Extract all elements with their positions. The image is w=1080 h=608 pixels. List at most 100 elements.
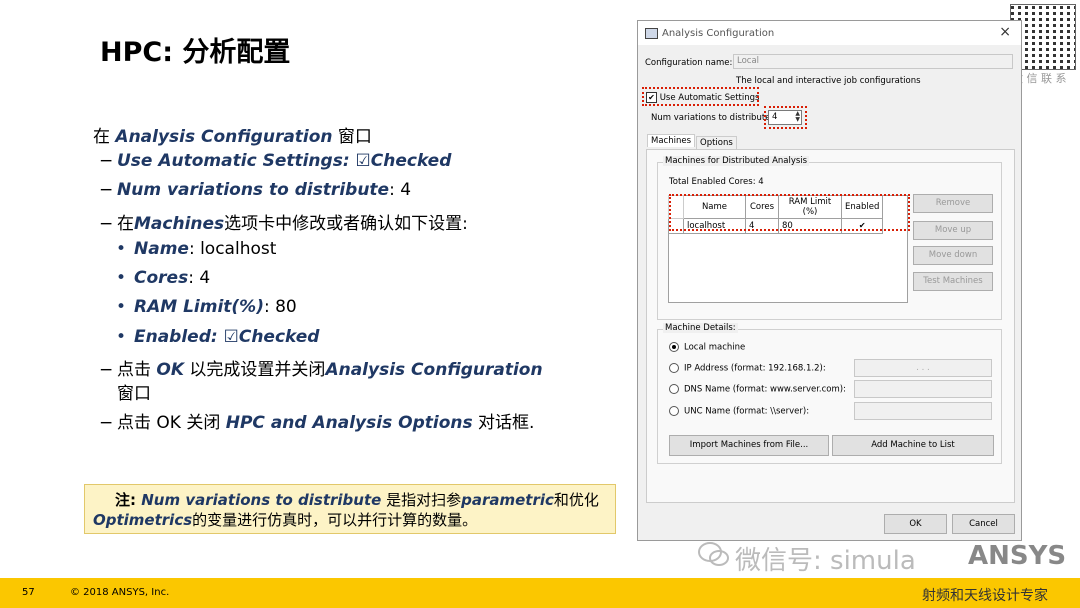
bullet-num-variations: − Num variations to distribute: 4 bbox=[99, 180, 411, 200]
bullet-keyword: Name bbox=[134, 239, 189, 259]
dialog-title: Analysis Configuration bbox=[662, 28, 775, 39]
note-line2: Optimetrics的变量进行仿真时，可以并行计算的数量。 bbox=[93, 510, 607, 530]
ok-button[interactable]: OK bbox=[884, 514, 947, 534]
bullet-analysis-config: 在 Analysis Configuration 窗口 bbox=[93, 122, 372, 147]
machine-details-title: Machine Details: bbox=[663, 323, 738, 333]
unc-name-field[interactable] bbox=[854, 402, 992, 420]
move-down-button[interactable]: Move down bbox=[913, 246, 993, 265]
add-machine-button[interactable]: Add Machine to List bbox=[832, 435, 994, 456]
copyright: © 2018 ANSYS, Inc. bbox=[70, 587, 170, 598]
bullet-text: : 80 bbox=[263, 297, 297, 317]
bullet-text: 在 bbox=[93, 127, 116, 147]
note-text: 的变量进行仿真时，可以并行计算的数量。 bbox=[192, 511, 478, 529]
bullet-dot: • bbox=[116, 327, 127, 347]
sub-bullet-ram: • RAM Limit(%): 80 bbox=[116, 297, 297, 317]
sub-bullet-cores: • Cores: 4 bbox=[116, 268, 210, 288]
bullet-click-ok-line2: 窗口 bbox=[117, 384, 151, 404]
radio-button[interactable] bbox=[669, 406, 679, 416]
dash-marker: − bbox=[99, 180, 114, 200]
slide-footer: 57 © 2018 ANSYS, Inc. bbox=[0, 578, 1080, 608]
bullet-text: 对话框. bbox=[472, 413, 535, 433]
radio-button[interactable] bbox=[669, 384, 679, 394]
radio-ip-address[interactable]: IP Address (format: 192.168.1.2): bbox=[669, 363, 826, 374]
cancel-button[interactable]: Cancel bbox=[952, 514, 1015, 534]
note-keyword: Num variations to distribute bbox=[141, 491, 382, 509]
note-text: 是指对扫参 bbox=[381, 491, 462, 509]
bullet-keyword: Analysis Configuration bbox=[115, 127, 333, 147]
tab-machines[interactable]: Machines bbox=[647, 134, 696, 147]
note-line1: 注: Num variations to distribute 是指对扫参par… bbox=[93, 490, 607, 510]
wechat-icon bbox=[698, 540, 730, 570]
bullet-keyword: RAM Limit(%) bbox=[134, 297, 264, 317]
bullet-dot: • bbox=[116, 268, 127, 288]
radio-label: Local machine bbox=[684, 342, 746, 353]
highlight-num-variations bbox=[764, 106, 807, 129]
ansys-logo: ANSYS bbox=[968, 541, 1067, 571]
note-keyword: Optimetrics bbox=[93, 511, 193, 529]
radio-label: DNS Name (format: www.server.com): bbox=[684, 384, 846, 395]
note-keyword: parametric bbox=[461, 491, 554, 509]
sub-bullet-enabled: • Enabled: ☑Checked bbox=[116, 327, 319, 347]
dash-marker: − bbox=[99, 151, 114, 171]
tab-options[interactable]: Options bbox=[696, 136, 737, 149]
bullet-close-hpc: − 点击 OK 关闭 HPC and Analysis Options 对话框. bbox=[99, 408, 534, 433]
page-number: 57 bbox=[22, 587, 35, 598]
bullet-keyword: Cores bbox=[134, 268, 189, 288]
remove-button[interactable]: Remove bbox=[913, 194, 993, 213]
note-text: 和优化 bbox=[553, 491, 599, 509]
radio-local-machine[interactable]: Local machine bbox=[669, 342, 745, 353]
bullet-text: 在 bbox=[117, 214, 134, 234]
num-variations-label: Num variations to distribute: bbox=[651, 113, 774, 123]
watermark-wechat-id: 微信号: simula bbox=[735, 546, 916, 576]
dns-name-field[interactable] bbox=[854, 380, 992, 398]
sub-bullet-name: • Name: localhost bbox=[116, 239, 276, 259]
bullet-text: : localhost bbox=[188, 239, 277, 259]
bullet-machines-tab: − 在Machines选项卡中修改或者确认如下设置: bbox=[99, 209, 468, 234]
bullet-keyword: Analysis Configuration bbox=[325, 360, 543, 380]
bullet-keyword: Num variations to distribute bbox=[117, 180, 390, 200]
radio-dns-name[interactable]: DNS Name (format: www.server.com): bbox=[669, 384, 846, 395]
ip-address-field[interactable]: . . . bbox=[854, 359, 992, 377]
radio-button[interactable] bbox=[669, 342, 679, 352]
bullet-text: : 4 bbox=[188, 268, 211, 288]
bottom-brand: 射频和天线设计专家 bbox=[922, 588, 1048, 604]
note-box: 注: Num variations to distribute 是指对扫参par… bbox=[84, 484, 616, 534]
bullet-text: : ☑Checked bbox=[342, 151, 452, 171]
radio-unc-name[interactable]: UNC Name (format: \\server): bbox=[669, 406, 809, 417]
bullet-text: 点击 bbox=[117, 360, 157, 380]
bullet-keyword: OK bbox=[156, 360, 185, 380]
move-up-button[interactable]: Move up bbox=[913, 221, 993, 240]
radio-label: IP Address (format: 192.168.1.2): bbox=[684, 363, 826, 374]
bullet-text: 选项卡中修改或者确认如下设置: bbox=[224, 214, 468, 234]
bullet-dot: • bbox=[116, 239, 127, 259]
slide-title: HPC: 分析配置 bbox=[100, 37, 291, 68]
config-name-label: Configuration name: bbox=[645, 58, 733, 68]
note-label: 注 bbox=[115, 491, 131, 509]
highlight-use-auto bbox=[642, 87, 759, 106]
total-cores-label: Total Enabled Cores: 4 bbox=[669, 177, 764, 187]
test-machines-button[interactable]: Test Machines bbox=[913, 272, 993, 291]
analysis-configuration-dialog: Analysis Configuration × Configuration n… bbox=[637, 20, 1022, 541]
dash-marker: − bbox=[99, 413, 114, 433]
config-description: The local and interactive job configurat… bbox=[736, 76, 921, 86]
bullet-use-auto: − Use Automatic Settings: ☑Checked bbox=[99, 151, 451, 171]
bullet-text: 以完成设置并关闭 bbox=[184, 360, 326, 380]
close-icon[interactable]: × bbox=[999, 24, 1011, 40]
machines-group-title: Machines for Distributed Analysis bbox=[663, 156, 810, 166]
bullet-text: : 4 bbox=[389, 180, 412, 200]
bullet-text: 点击 OK 关闭 bbox=[117, 413, 226, 433]
window-icon bbox=[645, 28, 658, 39]
highlight-machine-row bbox=[669, 194, 910, 231]
radio-button[interactable] bbox=[669, 363, 679, 373]
radio-label: UNC Name (format: \\server): bbox=[684, 406, 810, 417]
dash-marker: − bbox=[99, 360, 114, 380]
import-machines-button[interactable]: Import Machines from File... bbox=[669, 435, 829, 456]
bullet-keyword: Machines bbox=[134, 214, 225, 234]
note-colon: : bbox=[130, 491, 142, 509]
bullet-dot: • bbox=[116, 297, 127, 317]
bullet-text: 窗口 bbox=[332, 127, 372, 147]
config-name-field[interactable]: Local bbox=[733, 54, 1013, 69]
dialog-titlebar[interactable]: Analysis Configuration × bbox=[638, 21, 1021, 45]
bullet-click-ok: − 点击 OK 以完成设置并关闭Analysis Configuration bbox=[99, 355, 543, 380]
dash-marker: − bbox=[99, 214, 114, 234]
